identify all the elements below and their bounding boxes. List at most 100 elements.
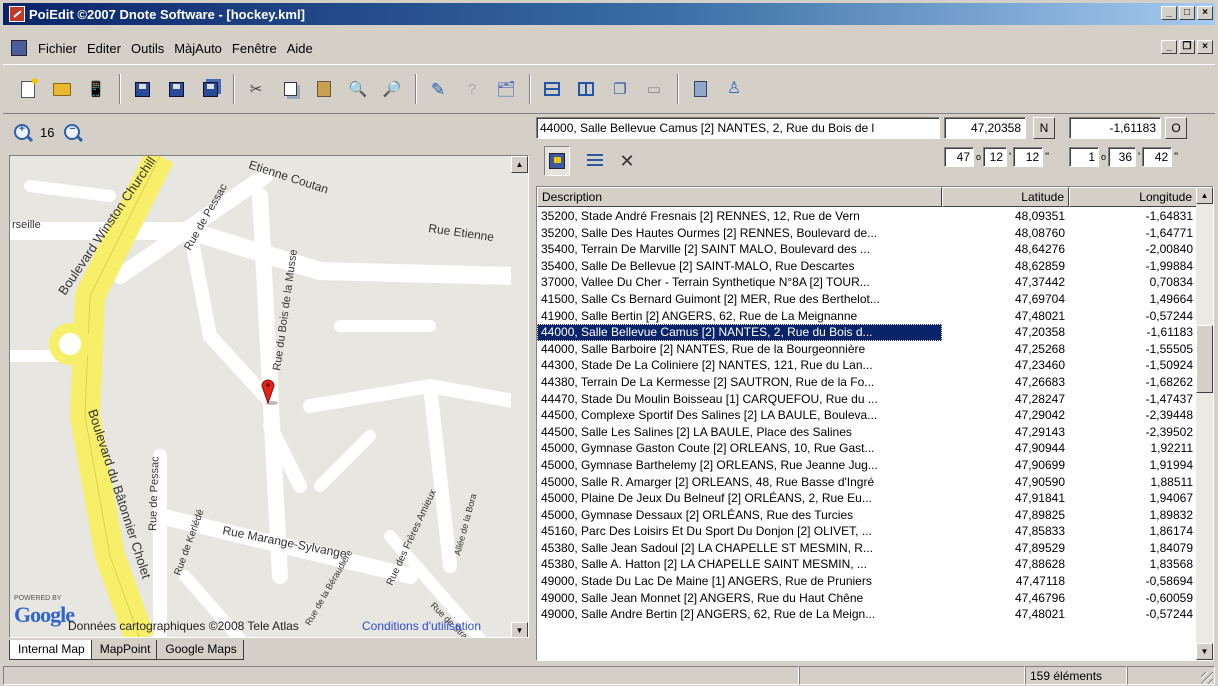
menu-bar: Fichier Editer Outils MàjAuto Fenêtre Ai… xyxy=(3,37,1215,59)
open-button[interactable] xyxy=(51,78,73,100)
cell-description: 45000, Gymnase Dessaux [2] ORLÉANS, Rue … xyxy=(541,507,854,522)
table-row[interactable]: 49000, Salle Jean Monnet [2] ANGERS, Rue… xyxy=(537,590,1197,607)
close-icon: ✕ xyxy=(619,150,635,171)
save-all-button[interactable] xyxy=(199,78,221,100)
tool-button[interactable]: ▭ xyxy=(643,78,665,100)
lat-deg-field[interactable]: 47 xyxy=(944,147,974,167)
find-button[interactable]: 🔍 xyxy=(347,78,369,100)
map-canvas[interactable]: Boulevard Winston Churchill Rue de Pessa… xyxy=(10,156,513,638)
scroll-up-button[interactable]: ▲ xyxy=(511,156,528,173)
save-as-button[interactable] xyxy=(165,78,187,100)
validate-button[interactable] xyxy=(544,146,570,176)
lat-sec-field[interactable]: 12 xyxy=(1013,147,1044,167)
tab-mappoint[interactable]: MapPoint xyxy=(90,640,158,660)
lat-hemisphere-button[interactable]: N xyxy=(1033,117,1055,139)
zoom-in-icon[interactable]: + xyxy=(14,123,30,140)
poi-table[interactable]: Description Latitude Longitude 35200, St… xyxy=(536,186,1214,661)
split-pane-button[interactable] xyxy=(575,78,597,100)
table-row[interactable]: 44300, Stade De La Coliniere [2] NANTES,… xyxy=(537,357,1197,374)
doc-close-button[interactable]: × xyxy=(1197,40,1213,54)
copy-button[interactable] xyxy=(279,78,301,100)
duplicate-button[interactable]: ❐ xyxy=(609,78,631,100)
table-row[interactable]: 44000, Salle Bellevue Camus [2] NANTES, … xyxy=(537,324,1197,341)
info-button[interactable]: ? xyxy=(461,78,483,100)
maximize-button[interactable]: □ xyxy=(1179,6,1195,20)
table-row[interactable]: 44470, Stade Du Moulin Boisseau [1] CARQ… xyxy=(537,391,1197,408)
new-file-button[interactable] xyxy=(17,77,39,100)
menu-fichier[interactable]: Fichier xyxy=(33,41,82,56)
delete-button[interactable]: ✕ xyxy=(614,146,640,176)
table-row[interactable]: 49000, Salle Andre Bertin [2] ANGERS, 62… xyxy=(537,606,1197,623)
resize-grip[interactable] xyxy=(1201,672,1213,684)
status-cell-middle xyxy=(799,666,1025,685)
app-icon[interactable] xyxy=(9,6,25,22)
latitude-field[interactable]: 47,20358 xyxy=(944,117,1026,139)
pin-button[interactable]: ✎ xyxy=(427,78,449,100)
table-row[interactable]: 45380, Salle A. Hatton [2] LA CHAPELLE S… xyxy=(537,556,1197,573)
calculator-button[interactable] xyxy=(689,78,711,100)
terms-link[interactable]: Conditions d'utilisation xyxy=(362,619,481,633)
table-scrollbar[interactable]: ▲ ▼ xyxy=(1196,187,1213,660)
table-row[interactable]: 44000, Salle Barboire [2] NANTES, Rue de… xyxy=(537,341,1197,358)
table-row[interactable]: 35200, Stade André Fresnais [2] RENNES, … xyxy=(537,208,1197,225)
table-row[interactable]: 37000, Vallee Du Cher - Terrain Syntheti… xyxy=(537,274,1197,291)
table-row[interactable]: 35200, Salle Des Hautes Ourmes [2] RENNE… xyxy=(537,225,1197,242)
scroll-down-button[interactable]: ▼ xyxy=(511,622,528,637)
single-pane-button[interactable] xyxy=(541,78,563,100)
table-row[interactable]: 45160, Parc Des Loisirs Et Du Sport Du D… xyxy=(537,523,1197,540)
user-button[interactable]: ♙ xyxy=(723,78,745,100)
cell-longitude: -0,58694 xyxy=(1145,574,1193,589)
close-button[interactable]: × xyxy=(1197,6,1213,20)
table-row[interactable]: 45000, Plaine De Jeux Du Belneuf [2] ORL… xyxy=(537,490,1197,507)
scroll-thumb[interactable] xyxy=(1196,325,1213,393)
paste-button[interactable] xyxy=(313,78,335,100)
document-icon[interactable] xyxy=(11,40,27,56)
table-row[interactable]: 45000, Salle R. Amarger [2] ORLEANS, 48,… xyxy=(537,474,1197,491)
lon-deg-field[interactable]: 1 xyxy=(1069,147,1099,167)
lat-min-field[interactable]: 12 xyxy=(983,147,1008,167)
table-row[interactable]: 35400, Terrain De Marville [2] SAINT MAL… xyxy=(537,241,1197,258)
description-field[interactable]: 44000, Salle Bellevue Camus [2] NANTES, … xyxy=(536,117,940,139)
properties-button[interactable]: 🗂 xyxy=(495,78,517,100)
tab-internal-map[interactable]: Internal Map xyxy=(9,640,92,660)
zoom-out-icon[interactable]: − xyxy=(64,123,81,140)
table-row[interactable]: 45000, Gymnase Gaston Coute [2] ORLEANS,… xyxy=(537,440,1197,457)
tab-google-maps[interactable]: Google Maps xyxy=(156,640,244,660)
table-row[interactable]: 35400, Salle De Bellevue [2] SAINT-MALO,… xyxy=(537,258,1197,275)
import-button[interactable]: 📱 xyxy=(85,78,107,100)
table-row[interactable]: 44380, Terrain De La Kermesse [2] SAUTRO… xyxy=(537,374,1197,391)
cut-button[interactable]: ✂ xyxy=(245,78,267,100)
doc-minimize-button[interactable]: _ xyxy=(1161,40,1177,54)
save-button[interactable] xyxy=(131,78,153,100)
lon-hemisphere-button[interactable]: O xyxy=(1165,117,1187,139)
menu-majauto[interactable]: MàjAuto xyxy=(169,41,227,56)
minimize-button[interactable]: _ xyxy=(1161,6,1177,20)
lon-min-field[interactable]: 36 xyxy=(1108,147,1137,167)
column-description[interactable]: Description xyxy=(537,187,942,207)
column-longitude[interactable]: Longitude xyxy=(1069,187,1197,207)
map-view[interactable]: Boulevard Winston Churchill Rue de Pessa… xyxy=(9,155,529,638)
insert-button[interactable] xyxy=(582,146,608,176)
table-row[interactable]: 45000, Gymnase Dessaux [2] ORLÉANS, Rue … xyxy=(537,507,1197,524)
doc-restore-button[interactable]: ❐ xyxy=(1179,40,1195,54)
scroll-down-button[interactable]: ▼ xyxy=(1196,643,1213,660)
table-row[interactable]: 45000, Gymnase Barthelemy [2] ORLEANS, R… xyxy=(537,457,1197,474)
menu-editer[interactable]: Editer xyxy=(82,41,126,56)
find-next-button[interactable]: 🔎 xyxy=(381,78,403,100)
table-row[interactable]: 44500, Complexe Sportif Des Salines [2] … xyxy=(537,407,1197,424)
table-row[interactable]: 49000, Stade Du Lac De Maine [1] ANGERS,… xyxy=(537,573,1197,590)
column-latitude[interactable]: Latitude xyxy=(942,187,1069,207)
menu-aide[interactable]: Aide xyxy=(282,41,318,56)
cell-description: 45000, Salle R. Amarger [2] ORLEANS, 48,… xyxy=(541,474,875,489)
title-bar[interactable]: PoiEdit ©2007 Dnote Software - [hockey.k… xyxy=(3,3,1215,25)
table-row[interactable]: 45380, Salle Jean Sadoul [2] LA CHAPELLE… xyxy=(537,540,1197,557)
table-row[interactable]: 41500, Salle Cs Bernard Guimont [2] MER,… xyxy=(537,291,1197,308)
table-row[interactable]: 44500, Salle Les Salines [2] LA BAULE, P… xyxy=(537,424,1197,441)
scroll-up-button[interactable]: ▲ xyxy=(1196,187,1213,204)
map-scrollbar[interactable]: ▲ ▼ xyxy=(511,156,528,637)
lon-sec-field[interactable]: 42 xyxy=(1142,147,1173,167)
menu-fenetre[interactable]: Fenêtre xyxy=(227,41,282,56)
table-row[interactable]: 41900, Salle Bertin [2] ANGERS, 62, Rue … xyxy=(537,308,1197,325)
menu-outils[interactable]: Outils xyxy=(126,41,169,56)
longitude-field[interactable]: -1,61183 xyxy=(1069,117,1161,139)
